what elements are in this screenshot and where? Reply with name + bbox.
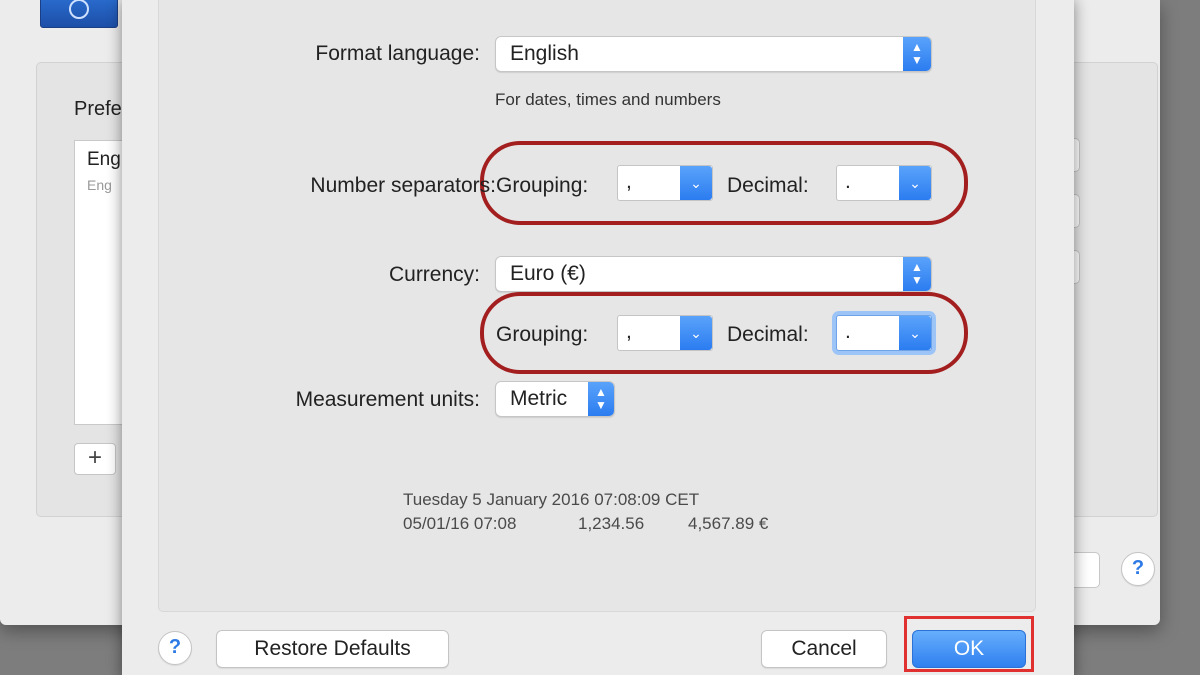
measurement-units-label: Measurement units: — [295, 388, 480, 411]
currency-grouping-value: , — [626, 320, 632, 343]
measurement-units-popup[interactable]: Metric ▲ ▼ — [495, 381, 615, 417]
format-language-hint: For dates, times and numbers — [495, 90, 721, 109]
number-decimal-combo[interactable]: . ⌄ — [836, 165, 932, 201]
list-item-subtitle: Eng — [87, 177, 112, 193]
up-down-chevron-icon: ▲ ▼ — [588, 382, 614, 416]
number-grouping-label: Grouping: — [496, 174, 589, 197]
currency-decimal-combo[interactable]: . ⌄ — [836, 315, 932, 351]
format-language-popup[interactable]: English ▲ ▼ — [495, 36, 932, 72]
currency-label: Currency: — [388, 263, 480, 286]
chevron-down-icon[interactable]: ⌄ — [899, 316, 931, 350]
advanced-button-edge[interactable] — [1072, 552, 1100, 588]
preview-short-date: 05/01/16 07:08 — [403, 514, 517, 533]
up-down-chevron-icon: ▲ ▼ — [903, 37, 931, 71]
preview-long-date: Tuesday 5 January 2016 07:08:09 CET — [403, 490, 700, 509]
measurement-units-value: Metric — [510, 387, 568, 410]
help-icon[interactable]: ? — [1121, 552, 1155, 586]
currency-decimal-value: . — [845, 320, 851, 343]
currency-decimal-label: Decimal: — [727, 323, 809, 346]
annotation-box-ok — [904, 616, 1034, 672]
list-item[interactable]: Eng — [87, 149, 121, 171]
chevron-down-icon[interactable]: ⌄ — [680, 166, 712, 200]
chevron-down-icon[interactable]: ⌄ — [680, 316, 712, 350]
format-language-label: Format language: — [315, 42, 480, 65]
cancel-button[interactable]: Cancel — [761, 630, 887, 668]
currency-grouping-label: Grouping: — [496, 323, 589, 346]
preferred-languages-label: Prefe — [74, 98, 122, 120]
currency-grouping-combo[interactable]: , ⌄ — [617, 315, 713, 351]
format-language-value: English — [510, 42, 579, 65]
number-decimal-value: . — [845, 170, 851, 193]
add-language-button[interactable]: + — [74, 443, 116, 475]
preview-currency: 4,567.89 € — [688, 514, 769, 533]
number-separators-label: Number separators: — [310, 174, 496, 197]
currency-value: Euro (€) — [510, 262, 586, 285]
number-grouping-value: , — [626, 170, 632, 193]
flag-icon — [40, 0, 118, 28]
restore-defaults-button[interactable]: Restore Defaults — [216, 630, 449, 668]
number-decimal-label: Decimal: — [727, 174, 809, 197]
number-grouping-combo[interactable]: , ⌄ — [617, 165, 713, 201]
up-down-chevron-icon: ▲ ▼ — [903, 257, 931, 291]
preview-number: 1,234.56 — [578, 514, 645, 533]
chevron-down-icon[interactable]: ⌄ — [899, 166, 931, 200]
currency-popup[interactable]: Euro (€) ▲ ▼ — [495, 256, 932, 292]
help-icon[interactable]: ? — [158, 631, 192, 665]
